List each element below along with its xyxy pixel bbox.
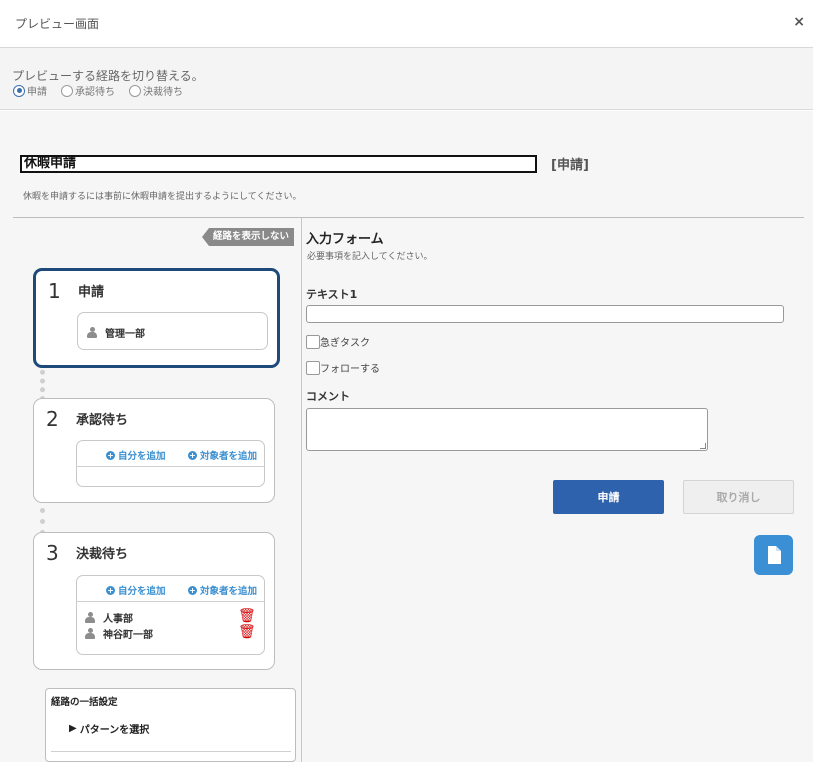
- checkbox-icon[interactable]: [306, 360, 320, 375]
- assignee-box: 管理一部: [77, 312, 268, 350]
- step-name: 決裁待ち: [76, 547, 129, 562]
- form-type-tag: [申請]: [551, 158, 589, 173]
- checkbox-icon[interactable]: [306, 334, 320, 349]
- bulk-route-settings: 経路の一括設定 ▶ パターンを選択: [45, 688, 296, 762]
- plus-circle-icon: +: [106, 585, 115, 595]
- delete-icon[interactable]: 🗑: [238, 624, 256, 640]
- comment-label: コメント: [306, 390, 350, 403]
- step-number: 1: [48, 279, 61, 303]
- radio-shounin[interactable]: 承認待ち: [61, 83, 115, 98]
- switcher-label: プレビューする経路を切り替える。: [12, 69, 204, 83]
- form-description: 休暇を申請するには事前に休暇申請を提出するようにしてください。: [23, 192, 302, 202]
- add-assignee-row: + 自分を追加 + 対象者を追加: [77, 576, 264, 602]
- resize-handle-icon[interactable]: [700, 443, 706, 449]
- dialog-title: プレビュー画面: [15, 17, 100, 31]
- radio-selected-icon[interactable]: [13, 84, 25, 97]
- assignee-name: 人事部: [103, 614, 133, 625]
- add-target-label: 対象者を追加: [200, 451, 258, 462]
- delete-icon[interactable]: 🗑: [238, 608, 256, 624]
- add-target-button[interactable]: + 対象者を追加: [188, 448, 257, 462]
- document-icon[interactable]: [754, 535, 793, 575]
- assignee-name: 管理一部: [105, 329, 145, 340]
- plus-circle-icon: +: [106, 450, 115, 460]
- cancel-button[interactable]: 取り消し: [683, 480, 794, 514]
- radio-label: 承認待ち: [75, 87, 115, 98]
- add-self-button[interactable]: + 自分を追加: [106, 448, 166, 462]
- person-icon: [87, 327, 97, 338]
- text1-label: テキスト1: [306, 288, 358, 301]
- add-self-button[interactable]: + 自分を追加: [106, 583, 166, 597]
- route-radio-group: 申請 承認待ち 決裁待ち: [13, 83, 183, 98]
- route-step-3[interactable]: 3 決裁待ち + 自分を追加 + 対象者を追加 人事部 🗑 神谷町一部 🗑: [33, 532, 275, 670]
- group-icon: [85, 612, 95, 623]
- checkbox-label: フォローする: [320, 364, 380, 375]
- add-target-button[interactable]: + 対象者を追加: [188, 583, 257, 597]
- close-icon[interactable]: ×: [793, 14, 805, 30]
- route-step-1[interactable]: 1 申請 管理一部: [33, 268, 280, 368]
- radio-label: 決裁待ち: [143, 87, 183, 98]
- assignee-box: + 自分を追加 + 対象者を追加: [76, 440, 265, 487]
- person-icon: [85, 628, 95, 639]
- comment-textarea[interactable]: [306, 408, 708, 451]
- divider: [13, 217, 804, 218]
- radio-kessai[interactable]: 決裁待ち: [129, 83, 183, 98]
- assignee-row: 管理一部: [87, 325, 145, 340]
- radio-label: 申請: [27, 87, 47, 98]
- triangle-right-icon: ▶: [69, 723, 77, 734]
- text1-input[interactable]: [306, 305, 784, 323]
- step-number: 2: [46, 407, 59, 431]
- bulk-title: 経路の一括設定: [51, 697, 118, 708]
- assignee-row: 神谷町一部: [85, 626, 153, 641]
- hide-route-button[interactable]: 経路を表示しない: [202, 228, 295, 246]
- follow-checkbox[interactable]: フォローする: [306, 360, 380, 375]
- add-self-label: 自分を追加: [118, 451, 166, 462]
- column-divider: [301, 218, 302, 762]
- radio-shinsei[interactable]: 申請: [13, 83, 47, 98]
- submit-button[interactable]: 申請: [553, 480, 664, 514]
- input-form-subtitle: 必要事項を記入してください。: [307, 252, 433, 262]
- checkbox-label: 急ぎタスク: [320, 338, 370, 349]
- step-number: 3: [46, 541, 59, 565]
- route-step-2[interactable]: 2 承認待ち + 自分を追加 + 対象者を追加: [33, 398, 275, 503]
- radio-icon[interactable]: [61, 84, 73, 97]
- urgent-task-checkbox[interactable]: 急ぎタスク: [306, 334, 370, 349]
- radio-icon[interactable]: [129, 84, 141, 97]
- select-pattern-toggle[interactable]: ▶ パターンを選択: [69, 721, 149, 736]
- assignee-box: + 自分を追加 + 対象者を追加 人事部 🗑 神谷町一部 🗑: [76, 575, 265, 655]
- step-name: 承認待ち: [76, 413, 129, 428]
- route-switcher: プレビューする経路を切り替える。 申請 承認待ち 決裁待ち: [0, 48, 813, 110]
- step-name: 申請: [78, 285, 105, 300]
- dialog-header: プレビュー画面 ×: [0, 0, 813, 48]
- add-target-label: 対象者を追加: [200, 586, 258, 597]
- plus-circle-icon: +: [188, 585, 197, 595]
- assignee-name: 神谷町一部: [103, 630, 153, 641]
- divider: [51, 751, 291, 752]
- plus-circle-icon: +: [188, 450, 197, 460]
- input-form-title: 入力フォーム: [306, 232, 384, 247]
- document-glyph: [768, 546, 781, 564]
- add-self-label: 自分を追加: [118, 586, 166, 597]
- add-assignee-row: + 自分を追加 + 対象者を追加: [77, 441, 264, 467]
- preview-content: 休暇申請 [申請] 休暇を申請するには事前に休暇申請を提出するようにしてください…: [0, 111, 813, 762]
- select-pattern-label: パターンを選択: [79, 725, 150, 736]
- form-title-input[interactable]: 休暇申請: [20, 155, 537, 173]
- assignee-row: 人事部: [85, 610, 133, 625]
